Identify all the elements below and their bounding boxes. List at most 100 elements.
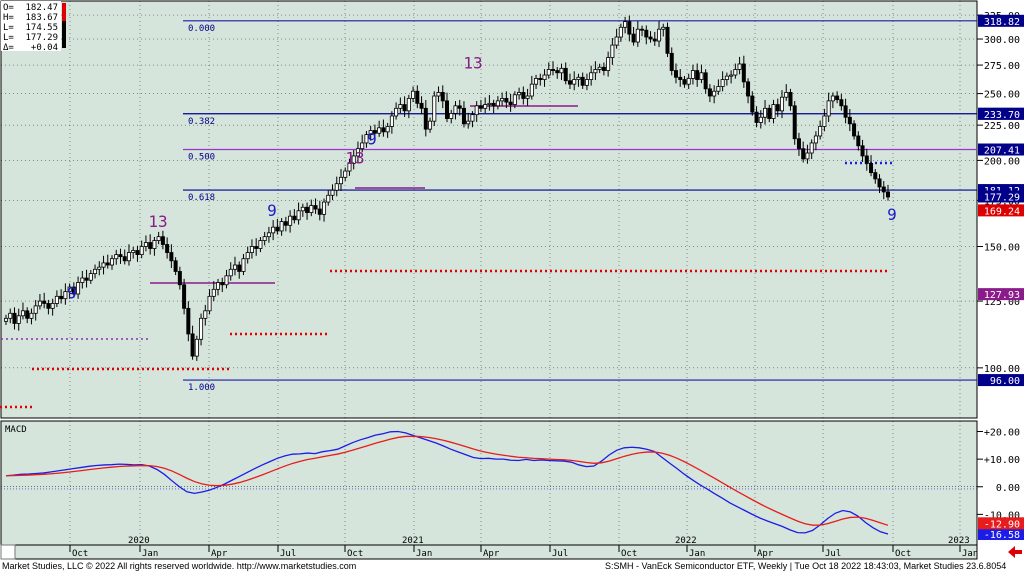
month-tick-label: Jul bbox=[825, 549, 841, 559]
candle-body bbox=[25, 310, 30, 319]
price-tick-label: 250.00 bbox=[984, 90, 1020, 101]
ohlc-readout-label: O= bbox=[3, 3, 14, 13]
candle-body bbox=[784, 92, 789, 98]
macd-panel[interactable] bbox=[0, 420, 978, 546]
candle-body bbox=[690, 70, 695, 79]
month-tick-label: Oct bbox=[72, 549, 88, 559]
candle-body bbox=[826, 100, 831, 117]
candle-body bbox=[139, 246, 144, 255]
scroll-left-box[interactable] bbox=[0, 544, 16, 560]
month-tick-label: Apr bbox=[483, 549, 500, 559]
candle-body bbox=[343, 170, 348, 178]
candle-body bbox=[190, 333, 195, 357]
candle-body bbox=[76, 282, 81, 295]
candle-body bbox=[165, 244, 170, 253]
candle-body bbox=[300, 206, 305, 212]
candle-body bbox=[618, 26, 623, 38]
candle-body bbox=[37, 300, 42, 307]
ohlc-readout-value: 183.67 bbox=[25, 13, 58, 23]
price-tick-label: 275.00 bbox=[984, 61, 1020, 72]
ohlc-readout-value: 177.29 bbox=[25, 33, 58, 43]
candle-body bbox=[843, 105, 848, 118]
candle-body bbox=[525, 95, 530, 99]
candle-body bbox=[491, 102, 496, 107]
candle-body bbox=[771, 104, 776, 119]
candle-body bbox=[156, 236, 161, 241]
candle-body bbox=[529, 83, 534, 97]
price-panel[interactable] bbox=[0, 0, 978, 419]
candle-body bbox=[631, 33, 636, 43]
candle-body bbox=[258, 240, 263, 249]
ohlc-readout-label: H= bbox=[3, 13, 14, 23]
candle-body bbox=[741, 63, 746, 83]
candle-body bbox=[682, 79, 687, 85]
candle-body bbox=[733, 69, 738, 76]
candle-body bbox=[847, 116, 852, 125]
year-tick-label: 2021 bbox=[402, 536, 424, 546]
candle-body bbox=[699, 72, 704, 80]
candle-body bbox=[801, 148, 806, 160]
candle-body bbox=[521, 92, 526, 99]
candle-body bbox=[856, 135, 861, 147]
candle-body bbox=[487, 102, 492, 105]
candle-body bbox=[864, 155, 869, 164]
year-tick-label: 2022 bbox=[675, 536, 697, 546]
ohlc-readout-value: +0.04 bbox=[31, 43, 58, 53]
ohlc-readout-label: Δ= bbox=[3, 43, 14, 53]
candle-body bbox=[194, 338, 199, 357]
semiconductor-etf-chart[interactable]: 0.0000.3820.5000.6181.000 1399139139 MAC… bbox=[0, 0, 1024, 573]
candle-body bbox=[478, 105, 483, 109]
fib-level-badge: 96.00 bbox=[990, 376, 1020, 387]
candle-body bbox=[228, 268, 233, 277]
candle-body bbox=[669, 52, 674, 71]
candle-body bbox=[779, 96, 784, 112]
candle-body bbox=[559, 67, 564, 74]
price-badge: 127.93 bbox=[984, 290, 1020, 301]
candle-body bbox=[788, 92, 793, 107]
candle-body bbox=[860, 145, 865, 157]
candle-body bbox=[177, 271, 182, 286]
candle-body bbox=[500, 98, 505, 102]
ohlc-readout-label: L= bbox=[3, 33, 14, 43]
candle-body bbox=[822, 115, 827, 127]
price-badge: 169.24 bbox=[984, 206, 1020, 217]
candle-body bbox=[886, 191, 891, 198]
candle-body bbox=[606, 57, 611, 71]
candle-body bbox=[88, 273, 93, 281]
candle-body bbox=[881, 186, 886, 193]
fib-level-label: 0.500 bbox=[188, 153, 215, 163]
candle-body bbox=[470, 114, 475, 122]
candle-body bbox=[835, 95, 840, 101]
candle-body bbox=[216, 282, 221, 290]
candle-body bbox=[818, 126, 823, 137]
candle-body bbox=[20, 310, 25, 317]
fib-level-label: 1.000 bbox=[188, 383, 215, 393]
candle-body bbox=[775, 104, 780, 112]
candle-body bbox=[186, 307, 191, 335]
fib-level-label: 0.000 bbox=[188, 24, 215, 34]
candle-body bbox=[152, 240, 157, 249]
candle-body bbox=[330, 189, 335, 196]
candle-body bbox=[377, 127, 382, 134]
candle-body bbox=[750, 95, 755, 113]
candle-body bbox=[546, 69, 551, 76]
signal-value-badge: -12.90 bbox=[984, 519, 1020, 530]
price-tick-label: 200.00 bbox=[984, 156, 1020, 167]
candle-body bbox=[453, 105, 458, 114]
candle-body bbox=[232, 264, 237, 270]
price-badge: 233.70 bbox=[984, 110, 1020, 121]
year-tick-label: 2023 bbox=[948, 536, 970, 546]
candle-body bbox=[292, 215, 297, 221]
setup-count-label: 13 bbox=[148, 212, 167, 231]
macd-tick-label: +20.00 bbox=[984, 428, 1020, 439]
candle-body bbox=[288, 215, 293, 226]
macd-value-badge: -16.58 bbox=[984, 530, 1020, 541]
candle-body bbox=[46, 303, 51, 309]
candle-body bbox=[805, 152, 810, 160]
candle-body bbox=[148, 242, 153, 249]
candle-body bbox=[729, 74, 734, 77]
candle-body bbox=[296, 210, 301, 221]
month-tick-label: Jan bbox=[962, 549, 978, 559]
candle-body bbox=[326, 194, 331, 203]
candle-body bbox=[283, 221, 288, 226]
